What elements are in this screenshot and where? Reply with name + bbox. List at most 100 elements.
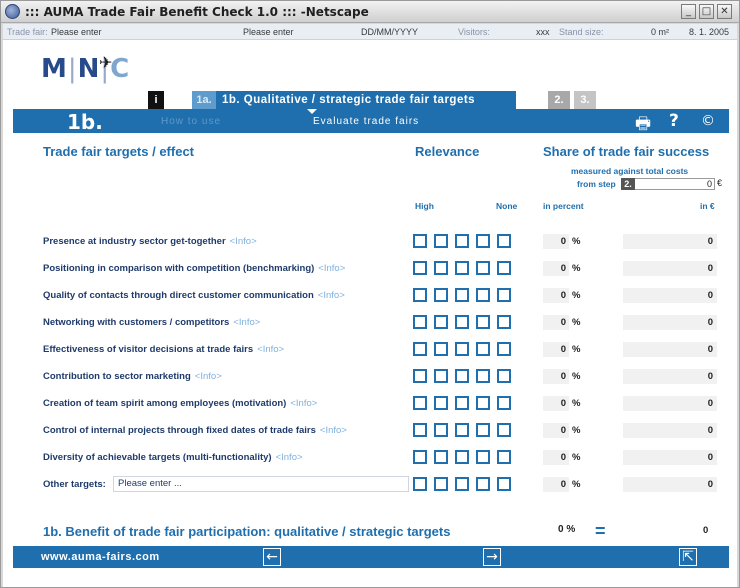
relevance-checkbox[interactable] — [434, 234, 448, 248]
relevance-checkbox[interactable] — [455, 234, 469, 248]
info-link[interactable]: <Info> — [320, 425, 347, 436]
relevance-checkbox[interactable] — [455, 288, 469, 302]
relevance-checkbox[interactable] — [455, 423, 469, 437]
relevance-checkbox[interactable] — [413, 423, 427, 437]
back-arrow-icon[interactable]: ← — [263, 548, 281, 566]
relevance-checkbox[interactable] — [413, 477, 427, 491]
relevance-checkbox[interactable] — [455, 369, 469, 383]
relevance-checkbox[interactable] — [455, 450, 469, 464]
info-link[interactable]: <Info> — [233, 317, 260, 328]
percent-field[interactable]: 0 — [543, 261, 569, 276]
relevance-checkbox[interactable] — [497, 315, 511, 329]
relevance-checkbox[interactable] — [434, 288, 448, 302]
relevance-checkbox[interactable] — [497, 288, 511, 302]
relevance-checkbox[interactable] — [497, 342, 511, 356]
percent-field[interactable]: 0 — [543, 396, 569, 411]
target-row: Diversity of achievable targets (multi-f… — [3, 446, 737, 472]
info-link[interactable]: <Info> — [276, 452, 303, 463]
relevance-checkbox[interactable] — [413, 288, 427, 302]
relevance-checkbox[interactable] — [497, 261, 511, 275]
relevance-checkbox[interactable] — [497, 369, 511, 383]
visitors-value[interactable]: xxx — [536, 24, 550, 40]
info-link[interactable]: <Info> — [230, 236, 257, 247]
relevance-checkbox[interactable] — [497, 234, 511, 248]
relevance-checkbox[interactable] — [434, 477, 448, 491]
relevance-checkbox[interactable] — [455, 342, 469, 356]
euro-field: 0 — [623, 288, 717, 303]
info-link[interactable]: <Info> — [318, 290, 345, 301]
target-label: Networking with customers / competitors <… — [43, 317, 260, 328]
relevance-checkbox[interactable] — [434, 396, 448, 410]
relevance-checkbox[interactable] — [434, 342, 448, 356]
relevance-checkbox[interactable] — [497, 423, 511, 437]
relevance-checkbox[interactable] — [413, 450, 427, 464]
relevance-checkbox[interactable] — [413, 369, 427, 383]
relevance-checkbox[interactable] — [413, 261, 427, 275]
tab-step-2[interactable]: 2. — [548, 91, 570, 109]
info-link[interactable]: <Info> — [195, 371, 222, 382]
exit-icon[interactable]: ⇱ — [679, 548, 697, 566]
website-link[interactable]: www.auma-fairs.com — [41, 551, 160, 563]
other-targets-label: Other targets: — [43, 479, 106, 490]
relevance-checkbox[interactable] — [497, 477, 511, 491]
relevance-checkbox[interactable] — [476, 396, 490, 410]
relevance-checkbox[interactable] — [413, 396, 427, 410]
relevance-checkbox[interactable] — [455, 477, 469, 491]
relevance-checkbox[interactable] — [497, 396, 511, 410]
date-field[interactable]: DD/MM/YYYY — [361, 24, 418, 40]
print-icon[interactable]: 🖶 — [635, 111, 651, 140]
percent-field[interactable]: 0 — [543, 234, 569, 249]
tab-step-1b[interactable]: 1b. Qualitative / strategic trade fair t… — [216, 91, 516, 109]
relevance-checkbox[interactable] — [413, 315, 427, 329]
percent-sign: % — [572, 317, 581, 328]
relevance-checkbox[interactable] — [455, 396, 469, 410]
relevance-checkbox[interactable] — [434, 369, 448, 383]
relevance-checkbox[interactable] — [455, 261, 469, 275]
other-targets-input[interactable]: Please enter ... — [113, 476, 409, 492]
percent-field[interactable]: 0 — [543, 288, 569, 303]
relevance-checkbox[interactable] — [476, 369, 490, 383]
euro-field: 0 — [623, 315, 717, 330]
forward-arrow-icon[interactable]: → — [483, 548, 501, 566]
relevance-checkbox[interactable] — [413, 234, 427, 248]
tab-step-3[interactable]: 3. — [574, 91, 596, 109]
percent-field[interactable]: 0 — [543, 342, 569, 357]
relevance-checkbox[interactable] — [497, 450, 511, 464]
relevance-checkbox[interactable] — [476, 261, 490, 275]
percent-field[interactable]: 0 — [543, 315, 569, 330]
relevance-checkbox[interactable] — [476, 450, 490, 464]
relevance-checkbox[interactable] — [476, 315, 490, 329]
relevance-checkbox[interactable] — [434, 423, 448, 437]
close-button[interactable]: ✕ — [717, 4, 732, 19]
info-link[interactable]: <Info> — [290, 398, 317, 409]
maximize-button[interactable]: □ — [699, 4, 714, 19]
tab-step-1a[interactable]: 1a. — [192, 91, 216, 109]
minimize-button[interactable]: _ — [681, 4, 696, 19]
relevance-checkbox[interactable] — [476, 423, 490, 437]
trade-fair-value[interactable]: Please enter — [51, 24, 102, 40]
relevance-checkbox[interactable] — [476, 477, 490, 491]
how-to-use-link[interactable]: How to use — [161, 116, 221, 127]
relevance-checkbox[interactable] — [413, 342, 427, 356]
percent-field[interactable]: 0 — [543, 423, 569, 438]
percent-field[interactable]: 0 — [543, 477, 569, 492]
percent-field[interactable]: 0 — [543, 369, 569, 384]
help-icon[interactable]: ? — [669, 111, 679, 131]
percent-field[interactable]: 0 — [543, 450, 569, 465]
relevance-checkbox[interactable] — [434, 450, 448, 464]
relevance-checkbox[interactable] — [434, 261, 448, 275]
tab-info[interactable]: i — [148, 91, 164, 109]
city-value[interactable]: Please enter — [243, 24, 294, 40]
target-row: Positioning in comparison with competiti… — [3, 257, 737, 283]
info-link[interactable]: <Info> — [318, 263, 345, 274]
target-text: Diversity of achievable targets (multi-f… — [43, 452, 272, 463]
relevance-checkbox[interactable] — [476, 342, 490, 356]
info-link[interactable]: <Info> — [257, 344, 284, 355]
evaluate-trade-fairs-link[interactable]: Evaluate trade fairs — [306, 109, 419, 127]
copyright-icon[interactable]: © — [701, 113, 715, 129]
relevance-checkbox[interactable] — [476, 288, 490, 302]
stand-size-value[interactable]: 0 m² — [651, 24, 669, 40]
relevance-checkbox[interactable] — [476, 234, 490, 248]
relevance-checkbox[interactable] — [455, 315, 469, 329]
relevance-checkbox[interactable] — [434, 315, 448, 329]
